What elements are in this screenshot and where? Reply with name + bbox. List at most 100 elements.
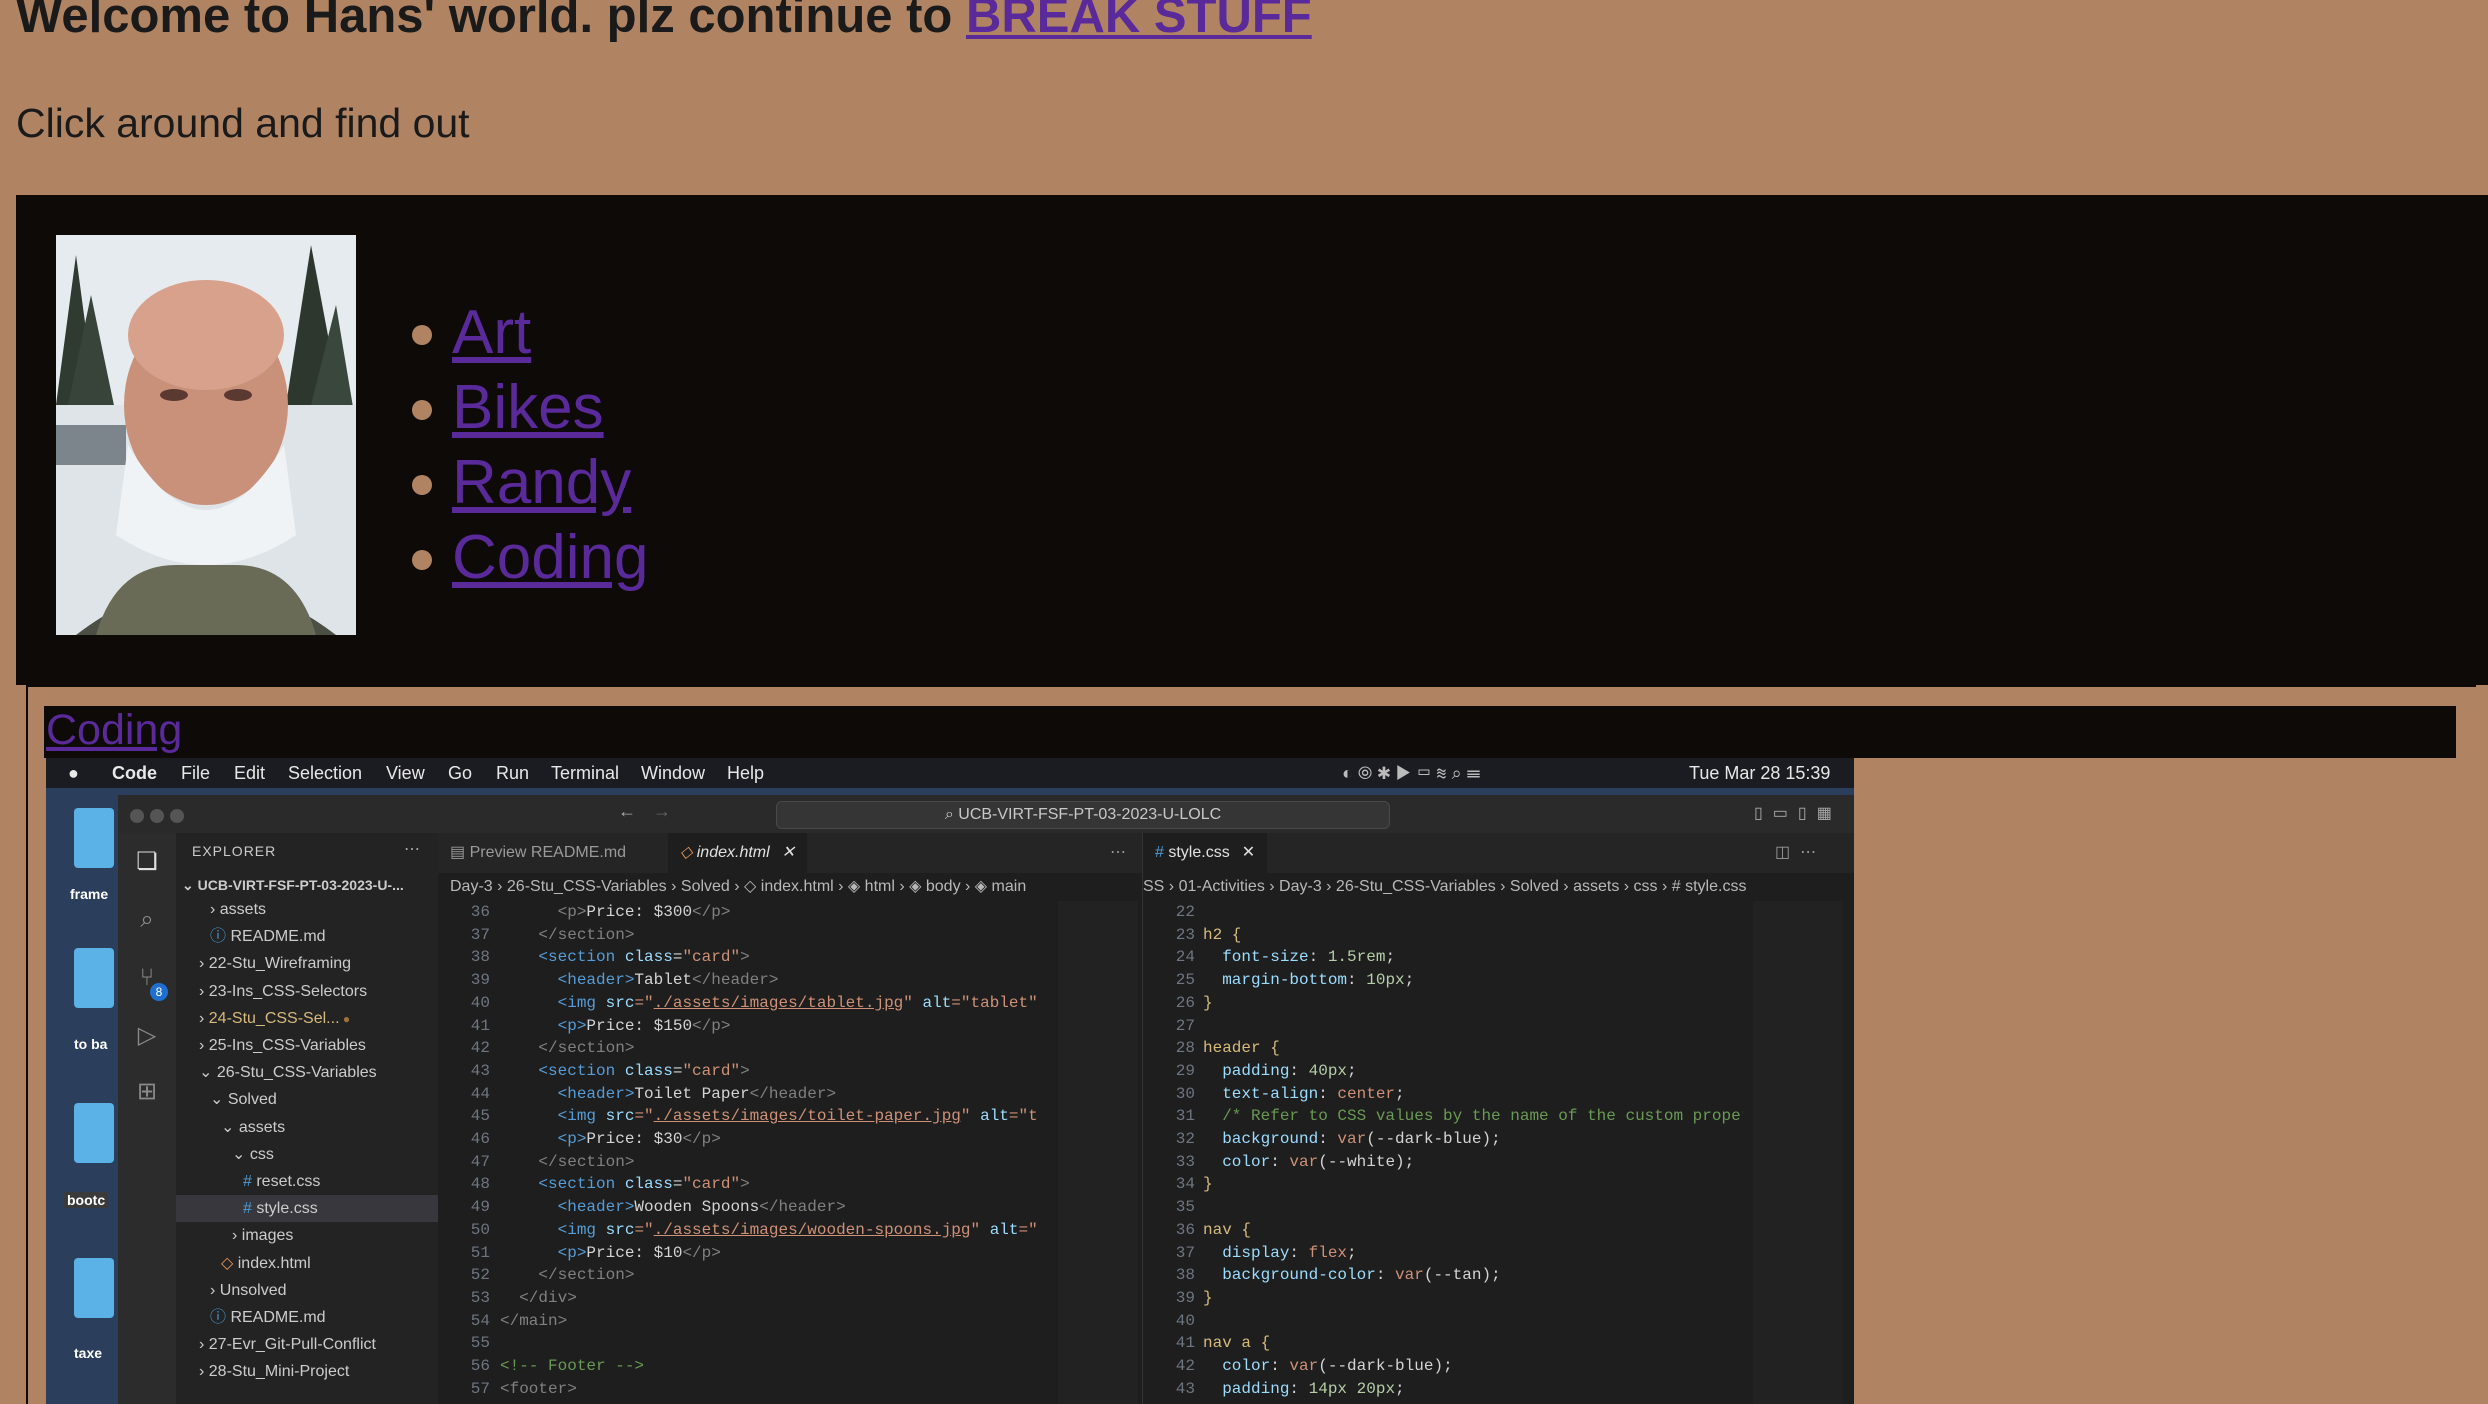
tree-item-label: 25-Ins_CSS-Variables — [208, 1037, 366, 1054]
run-debug-icon[interactable]: ▷ — [134, 1023, 160, 1049]
close-tab-icon[interactable]: ✕ — [1242, 844, 1255, 861]
code-token: : — [1289, 1243, 1309, 1262]
line-number: 55 — [470, 1334, 490, 1353]
tree-item[interactable]: ⓘ README.md — [176, 1304, 438, 1331]
menu-app-name[interactable]: Code — [112, 758, 157, 788]
tree-item[interactable]: › 23-Ins_CSS-Selectors — [176, 978, 438, 1005]
workspace-root[interactable]: ⌄ UCB-VIRT-FSF-PT-03-2023-U-... — [182, 877, 404, 894]
menu-view[interactable]: View — [386, 758, 425, 788]
code-token: ; — [1491, 1130, 1501, 1148]
code-token: <section — [538, 948, 625, 967]
extensions-icon[interactable]: ⊞ — [134, 1079, 160, 1105]
hero-section: Art Bikes Randy Coding — [16, 195, 2488, 685]
code-line: <p>Price: $150</p> — [500, 1015, 731, 1038]
desktop-folder-icon[interactable] — [74, 1103, 114, 1163]
break-stuff-link[interactable]: BREAK STUFF — [966, 0, 1312, 43]
tree-item[interactable]: › images — [176, 1222, 438, 1249]
desktop-folder-icon[interactable] — [74, 1258, 114, 1318]
chevron-right-icon: › — [210, 901, 220, 918]
close-window-icon[interactable] — [130, 809, 144, 823]
nav-link-coding[interactable]: Coding — [452, 523, 648, 592]
code-token: background-color — [1203, 1266, 1376, 1285]
tree-item[interactable]: ⓘ README.md — [176, 923, 438, 950]
code-token: </section> — [538, 925, 635, 944]
split-editor-icon[interactable]: ◫⋯ — [1763, 833, 1838, 873]
minimize-window-icon[interactable] — [150, 809, 164, 823]
code-token: alt — [989, 1220, 1019, 1239]
files-icon[interactable]: ❏ — [134, 849, 160, 875]
tree-item[interactable]: # reset.css — [176, 1168, 438, 1195]
code-token: flex — [1308, 1243, 1348, 1262]
tree-item[interactable]: › assets — [176, 896, 438, 923]
nav-link-randy[interactable]: Randy — [452, 448, 631, 517]
tree-item[interactable]: ⌄ css — [176, 1141, 438, 1168]
chevron-down-icon: ⌄ — [221, 1118, 239, 1136]
menu-go[interactable]: Go — [448, 758, 472, 788]
tree-item[interactable]: › Unsolved — [176, 1277, 438, 1304]
maximize-window-icon[interactable] — [170, 809, 184, 823]
line-number: 33 — [1175, 1152, 1195, 1171]
coding-panel-link[interactable]: Coding — [46, 704, 182, 756]
tree-item[interactable]: › 24-Stu_CSS-Sel... ● — [176, 1005, 438, 1032]
forward-arrow-icon[interactable]: → — [653, 801, 671, 822]
command-center-search[interactable]: ⌕ UCB-VIRT-FSF-PT-03-2023-U-LOLC — [776, 801, 1390, 829]
code-token: nav { — [1203, 1220, 1252, 1239]
desktop-folder-icon[interactable] — [74, 948, 114, 1008]
tree-item[interactable]: › 28-Stu_Mini-Project — [176, 1358, 438, 1385]
menu-terminal[interactable]: Terminal — [551, 758, 619, 788]
nav-item-randy: Randy — [411, 445, 631, 520]
tree-item[interactable]: › 22-Stu_Wireframing — [176, 950, 438, 977]
editor-more-icon[interactable]: ⋯ — [1098, 833, 1138, 873]
search-icon[interactable]: ⌕ — [134, 907, 160, 933]
tree-item[interactable]: # style.css — [176, 1195, 438, 1223]
back-arrow-icon[interactable]: ← — [618, 801, 636, 822]
tree-item[interactable]: ◇ index.html — [176, 1250, 438, 1277]
menu-selection[interactable]: Selection — [288, 758, 362, 788]
nav-item-bikes: Bikes — [411, 370, 626, 445]
tree-item[interactable]: › 25-Ins_CSS-Variables — [176, 1032, 438, 1059]
breadcrumb[interactable]: SS › 01-Activities › Day-3 › 26-Stu_CSS-… — [1143, 873, 1854, 901]
menu-edit[interactable]: Edit — [234, 758, 265, 788]
tab-preview-readme[interactable]: ▤ Preview README.md — [438, 833, 638, 873]
minimap[interactable] — [1753, 901, 1843, 1404]
close-tab-icon[interactable]: ✕ — [782, 844, 795, 861]
nav-link-bikes[interactable]: Bikes — [452, 373, 604, 442]
line-number: 31 — [1175, 1107, 1195, 1126]
desktop-label: frame — [70, 886, 109, 902]
code-line: background-color: var(--tan); — [1203, 1264, 1500, 1287]
code-token: " — [903, 993, 923, 1012]
code-token: <p> — [557, 1243, 587, 1262]
code-line: margin-bottom: 10px; — [1203, 969, 1414, 992]
code-line: <p>Price: $300</p> — [500, 901, 731, 924]
tree-item[interactable]: ⌄ Solved — [176, 1086, 438, 1113]
nav-link-art[interactable]: Art — [452, 298, 531, 367]
code-area[interactable]: 22 23 h2 {24 font-size: 1.5rem; 25 margin-b… — [1143, 901, 1743, 1404]
tab-style-css[interactable]: # style.css ✕ — [1143, 833, 1268, 873]
title-bar: ← → ⌕ UCB-VIRT-FSF-PT-03-2023-U-LOLC ▯▭▯… — [118, 795, 1854, 834]
menu-clock: Tue Mar 28 15:39 — [1689, 763, 1831, 783]
menu-window[interactable]: Window — [641, 758, 705, 788]
tree-item[interactable]: › 27-Evr_Git-Pull-Conflict — [176, 1331, 438, 1358]
code-token: </main> — [500, 1311, 568, 1330]
breadcrumb[interactable]: Day-3 › 26-Stu_CSS-Variables › Solved › … — [438, 873, 1154, 901]
layout-toggle-icons[interactable]: ▯▭▯▦ — [1754, 803, 1842, 823]
code-line: color: var(--dark-blue); — [1203, 1355, 1452, 1378]
desktop-folder-icon[interactable] — [74, 808, 114, 868]
code-token: "card" — [682, 1061, 741, 1080]
code-token: Toilet Paper — [634, 1084, 750, 1103]
tree-item[interactable]: ⌄ 26-Stu_CSS-Variables — [176, 1059, 438, 1086]
menu-help[interactable]: Help — [727, 758, 764, 788]
minimap[interactable] — [1058, 901, 1138, 1404]
code-area[interactable]: 36 <p>Price: $300</p> 37 </section> 38 <se… — [438, 901, 1058, 1404]
line-number: 37 — [1175, 1243, 1195, 1262]
tab-index-html[interactable]: ◇ index.html ✕ — [668, 833, 808, 873]
menu-run[interactable]: Run — [496, 758, 529, 788]
tree-item[interactable]: ⌄ assets — [176, 1114, 438, 1141]
menu-file[interactable]: File — [181, 758, 210, 788]
more-actions-icon[interactable]: ⋯ — [404, 839, 420, 859]
line-number: 52 — [470, 1266, 490, 1285]
